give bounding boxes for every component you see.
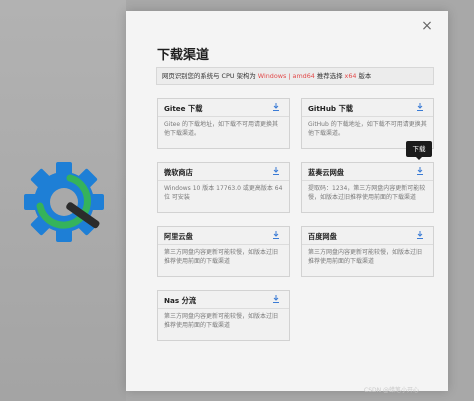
download-icon[interactable] bbox=[415, 166, 425, 176]
gear-wrench-logo-icon bbox=[24, 162, 104, 242]
card-divider bbox=[158, 244, 289, 245]
os-arch-value: Windows | amd64 bbox=[257, 72, 315, 80]
channel-title: GitHub 下载 bbox=[308, 104, 353, 113]
channel-description: Gitee 的下载地址，如下载不可用请更换其他下载渠道。 bbox=[164, 121, 278, 137]
info-middle: 推荐选择 bbox=[316, 72, 343, 80]
card-divider bbox=[158, 180, 289, 181]
download-dialog: × 下载渠道 网页识别您的系统与 CPU 架构为 Windows | amd64… bbox=[126, 11, 448, 391]
channel-title: 微软商店 bbox=[164, 168, 193, 177]
channel-description: 第三方网盘内容更新可能较慢，如版本过旧推荐使用前面的下载渠道 bbox=[164, 249, 279, 265]
channel-card-lanzou[interactable]: 蓝奏云网盘 提取码：1234，第三方网盘内容更新可能较慢，如版本过旧推荐使用前面… bbox=[301, 162, 434, 213]
download-icon[interactable] bbox=[271, 294, 281, 304]
card-divider bbox=[158, 308, 289, 309]
background-pane bbox=[0, 0, 126, 401]
tooltip-arrow bbox=[416, 157, 422, 160]
channel-description: 提取码：1234，第三方网盘内容更新可能较慢，如版本过旧推荐使用前面的下载渠道 bbox=[308, 185, 426, 201]
channel-card-microsoft-store[interactable]: 微软商店 Windows 10 版本 17763.0 或更高版本 64位 可安装 bbox=[157, 162, 290, 213]
download-icon[interactable] bbox=[271, 230, 281, 240]
card-divider bbox=[302, 180, 433, 181]
recommended-version: x64 bbox=[344, 72, 357, 80]
download-icon[interactable] bbox=[415, 102, 425, 112]
download-icon[interactable] bbox=[271, 166, 281, 176]
tooltip-text: 下载 bbox=[412, 145, 426, 153]
channel-card-baidu[interactable]: 百度网盘 第三方网盘内容更新可能较慢，如版本过旧推荐使用前面的下载渠道 bbox=[301, 226, 434, 277]
download-icon[interactable] bbox=[415, 230, 425, 240]
channel-description: 第三方网盘内容更新可能较慢，如版本过旧推荐使用前面的下载渠道 bbox=[164, 313, 279, 329]
channel-title: 蓝奏云网盘 bbox=[308, 168, 344, 177]
card-divider bbox=[302, 116, 433, 117]
channel-card-gitee[interactable]: Gitee 下载 Gitee 的下载地址，如下载不可用请更换其他下载渠道。 bbox=[157, 98, 290, 149]
channel-card-aliyun[interactable]: 阿里云盘 第三方网盘内容更新可能较慢，如版本过旧推荐使用前面的下载渠道 bbox=[157, 226, 290, 277]
card-divider bbox=[302, 244, 433, 245]
channel-title: 百度网盘 bbox=[308, 232, 337, 241]
download-tooltip: 下载 bbox=[406, 141, 432, 160]
channel-description: GitHub 的下载地址，如下载不可用请更换其他下载渠道。 bbox=[308, 121, 427, 137]
info-suffix: 版本 bbox=[358, 72, 372, 80]
system-info-bar: 网页识别您的系统与 CPU 架构为 Windows | amd64 推荐选择 x… bbox=[156, 67, 434, 85]
card-divider bbox=[158, 116, 289, 117]
dialog-title: 下载渠道 bbox=[157, 48, 210, 63]
download-icon[interactable] bbox=[271, 102, 281, 112]
channel-title: Nas 分流 bbox=[164, 296, 197, 305]
info-prefix: 网页识别您的系统与 CPU 架构为 bbox=[162, 72, 256, 80]
channel-title: Gitee 下载 bbox=[164, 104, 203, 113]
channel-title: 阿里云盘 bbox=[164, 232, 193, 241]
channel-card-nas[interactable]: Nas 分流 第三方网盘内容更新可能较慢，如版本过旧推荐使用前面的下载渠道 bbox=[157, 290, 290, 341]
watermark: CSDN @蜡笔小开心 bbox=[364, 387, 420, 394]
channel-description: 第三方网盘内容更新可能较慢，如版本过旧推荐使用前面的下载渠道 bbox=[308, 249, 423, 265]
close-icon[interactable]: × bbox=[418, 17, 436, 35]
channel-description: Windows 10 版本 17763.0 或更高版本 64位 可安装 bbox=[164, 185, 283, 201]
